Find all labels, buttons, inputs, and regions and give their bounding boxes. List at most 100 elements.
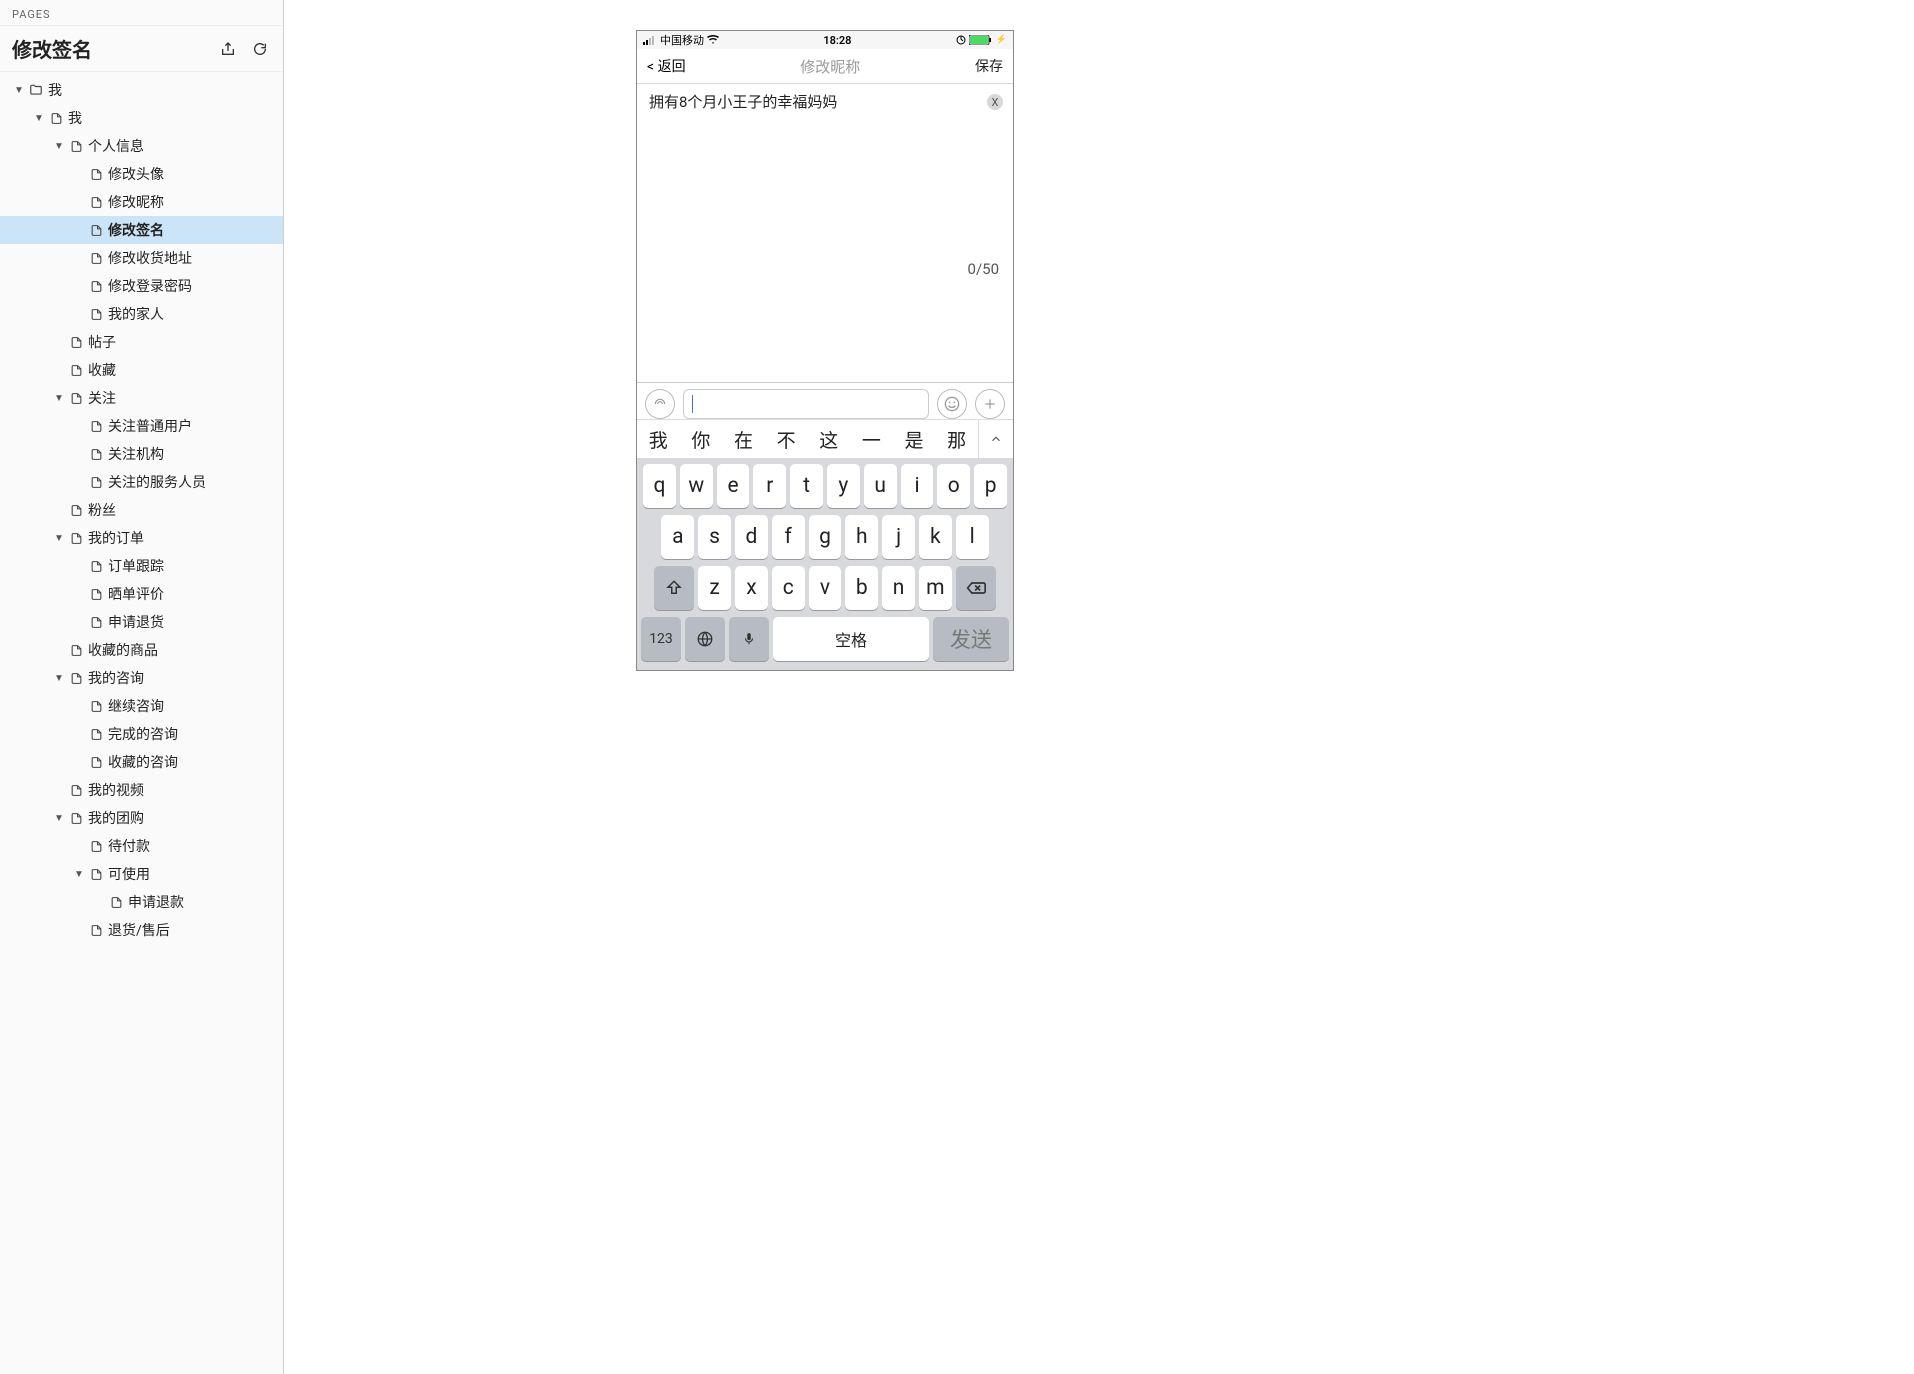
page-icon <box>68 812 84 825</box>
key-n[interactable]: n <box>882 566 915 610</box>
candidate[interactable]: 不 <box>765 426 808 453</box>
tree-node-label: 我 <box>68 108 82 128</box>
key-k[interactable]: k <box>919 515 952 559</box>
disclosure-triangle-icon[interactable]: ▼ <box>52 141 66 152</box>
tree-node[interactable]: ▼关注 <box>0 384 283 412</box>
key-r[interactable]: r <box>753 464 786 508</box>
numeric-key[interactable]: 123 <box>641 617 681 661</box>
tree-node[interactable]: 待付款 <box>0 832 283 860</box>
tree-node[interactable]: 收藏 <box>0 356 283 384</box>
key-s[interactable]: s <box>698 515 731 559</box>
ime-input[interactable] <box>683 389 929 419</box>
phone-mockup: 中国移动 18:28 ⚡ < 返回 修 <box>636 30 1014 671</box>
tree-node[interactable]: 帖子 <box>0 328 283 356</box>
tree-node[interactable]: ▼我 <box>0 76 283 104</box>
clear-button[interactable]: X <box>987 94 1003 110</box>
candidate[interactable]: 在 <box>722 426 765 453</box>
key-w[interactable]: w <box>680 464 713 508</box>
plus-icon[interactable] <box>975 389 1005 419</box>
key-j[interactable]: j <box>882 515 915 559</box>
candidate-more-icon[interactable] <box>978 420 1013 458</box>
tree-node[interactable]: 关注普通用户 <box>0 412 283 440</box>
globe-key[interactable] <box>685 617 725 661</box>
tree-node-label: 修改昵称 <box>108 192 164 212</box>
mic-key[interactable] <box>729 617 769 661</box>
tree-node[interactable]: 粉丝 <box>0 496 283 524</box>
key-c[interactable]: c <box>772 566 805 610</box>
candidate[interactable]: 那 <box>935 426 978 453</box>
key-v[interactable]: v <box>809 566 842 610</box>
tree-node[interactable]: 晒单评价 <box>0 580 283 608</box>
disclosure-triangle-icon[interactable]: ▼ <box>32 113 46 124</box>
key-o[interactable]: o <box>937 464 970 508</box>
tree-node[interactable]: 关注的服务人员 <box>0 468 283 496</box>
key-x[interactable]: x <box>735 566 768 610</box>
tree-node[interactable]: 申请退款 <box>0 888 283 916</box>
signature-editor[interactable]: 拥有8个月小王子的幸福妈妈 X 0/50 <box>637 84 1013 288</box>
candidate[interactable]: 一 <box>850 426 893 453</box>
tree-node[interactable]: 完成的咨询 <box>0 720 283 748</box>
refresh-icon[interactable] <box>249 38 271 60</box>
tree-node[interactable]: 收藏的商品 <box>0 636 283 664</box>
disclosure-triangle-icon[interactable]: ▼ <box>52 393 66 404</box>
key-t[interactable]: t <box>790 464 823 508</box>
key-q[interactable]: q <box>643 464 676 508</box>
tree-node[interactable]: ▼我 <box>0 104 283 132</box>
tree-node[interactable]: 修改签名 <box>0 216 283 244</box>
disclosure-triangle-icon[interactable]: ▼ <box>52 533 66 544</box>
key-f[interactable]: f <box>772 515 805 559</box>
page-tree[interactable]: ▼我▼我▼个人信息修改头像修改昵称修改签名修改收货地址修改登录密码我的家人帖子收… <box>0 72 283 1374</box>
tree-node[interactable]: 修改收货地址 <box>0 244 283 272</box>
key-i[interactable]: i <box>901 464 934 508</box>
tree-node[interactable]: ▼个人信息 <box>0 132 283 160</box>
canvas: 中国移动 18:28 ⚡ < 返回 修 <box>284 0 1914 1374</box>
key-e[interactable]: e <box>717 464 750 508</box>
share-icon[interactable] <box>217 38 239 60</box>
tree-node[interactable]: 关注机构 <box>0 440 283 468</box>
tree-node[interactable]: 订单跟踪 <box>0 552 283 580</box>
key-l[interactable]: l <box>956 515 989 559</box>
key-z[interactable]: z <box>698 566 731 610</box>
tree-node[interactable]: 修改头像 <box>0 160 283 188</box>
folder-icon <box>28 83 44 97</box>
tree-node[interactable]: ▼我的咨询 <box>0 664 283 692</box>
key-y[interactable]: y <box>827 464 860 508</box>
tree-node-label: 申请退货 <box>108 612 164 632</box>
emoji-icon[interactable] <box>937 389 967 419</box>
delete-key[interactable] <box>956 566 996 610</box>
disclosure-triangle-icon[interactable]: ▼ <box>52 673 66 684</box>
disclosure-triangle-icon[interactable]: ▼ <box>52 813 66 824</box>
tree-node[interactable]: 我的家人 <box>0 300 283 328</box>
disclosure-triangle-icon[interactable]: ▼ <box>12 85 26 96</box>
tree-node[interactable]: 修改登录密码 <box>0 272 283 300</box>
tree-node[interactable]: ▼我的团购 <box>0 804 283 832</box>
save-button[interactable]: 保存 <box>975 56 1003 76</box>
key-h[interactable]: h <box>845 515 878 559</box>
tree-node[interactable]: ▼我的订单 <box>0 524 283 552</box>
tree-node[interactable]: 收藏的咨询 <box>0 748 283 776</box>
tree-node[interactable]: 我的视频 <box>0 776 283 804</box>
candidate[interactable]: 我 <box>637 426 680 453</box>
tree-node[interactable]: 申请退货 <box>0 608 283 636</box>
candidate[interactable]: 是 <box>893 426 936 453</box>
back-button[interactable]: < 返回 <box>647 56 686 76</box>
candidate[interactable]: 这 <box>808 426 851 453</box>
send-key[interactable]: 发送 <box>933 617 1009 661</box>
candidate[interactable]: 你 <box>680 426 723 453</box>
space-key[interactable]: 空格 <box>773 617 929 661</box>
tree-node[interactable]: ▼可使用 <box>0 860 283 888</box>
shift-key[interactable] <box>654 566 694 610</box>
page-icon <box>88 280 104 293</box>
voice-input-icon[interactable] <box>645 389 675 419</box>
key-d[interactable]: d <box>735 515 768 559</box>
key-a[interactable]: a <box>661 515 694 559</box>
tree-node[interactable]: 修改昵称 <box>0 188 283 216</box>
key-m[interactable]: m <box>919 566 952 610</box>
key-b[interactable]: b <box>845 566 878 610</box>
key-g[interactable]: g <box>809 515 842 559</box>
key-u[interactable]: u <box>864 464 897 508</box>
tree-node[interactable]: 继续咨询 <box>0 692 283 720</box>
disclosure-triangle-icon[interactable]: ▼ <box>72 869 86 880</box>
tree-node[interactable]: 退货/售后 <box>0 916 283 944</box>
key-p[interactable]: p <box>974 464 1007 508</box>
